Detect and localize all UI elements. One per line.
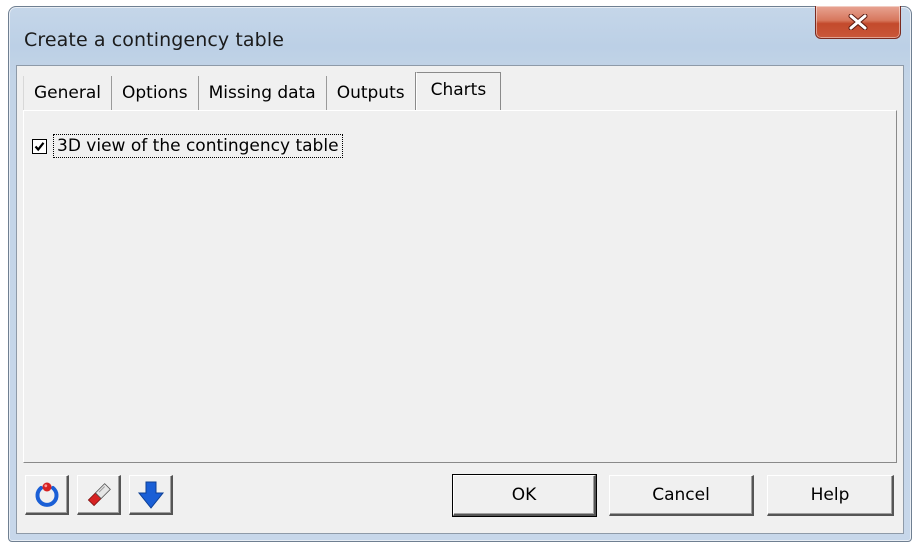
cancel-button[interactable]: Cancel (609, 475, 754, 516)
tab-charts[interactable]: Charts (415, 72, 502, 110)
close-button[interactable] (815, 6, 901, 39)
tab-options[interactable]: Options (112, 76, 199, 110)
view3d-checkbox-label[interactable]: 3D view of the contingency table (53, 134, 343, 158)
charts-tab-panel (23, 110, 897, 463)
move-down-button[interactable] (129, 475, 173, 515)
bottom-toolbar: OK Cancel Help (23, 466, 897, 528)
dialog-body: General Options Missing data Outputs Cha… (16, 65, 904, 534)
close-icon (848, 14, 868, 30)
title-bar[interactable]: Create a contingency table (9, 6, 911, 65)
tab-missing-data[interactable]: Missing data (198, 76, 327, 110)
clear-button[interactable] (77, 475, 121, 515)
checkmark-icon (34, 141, 45, 151)
dialog-title: Create a contingency table (24, 29, 284, 51)
reset-icon (35, 482, 58, 507)
down-arrow-icon (137, 481, 164, 509)
tab-outputs[interactable]: Outputs (326, 76, 416, 110)
help-button[interactable]: Help (767, 475, 894, 516)
view3d-checkbox[interactable] (32, 138, 47, 154)
dialog-window: Create a contingency table General Optio… (8, 6, 912, 542)
view3d-option[interactable]: 3D view of the contingency table (32, 134, 343, 158)
tab-general[interactable]: General (23, 76, 112, 110)
tab-strip: General Options Missing data Outputs Cha… (23, 72, 502, 110)
eraser-icon (87, 482, 111, 506)
ok-button[interactable]: OK (452, 474, 597, 517)
reset-button[interactable] (25, 475, 69, 515)
